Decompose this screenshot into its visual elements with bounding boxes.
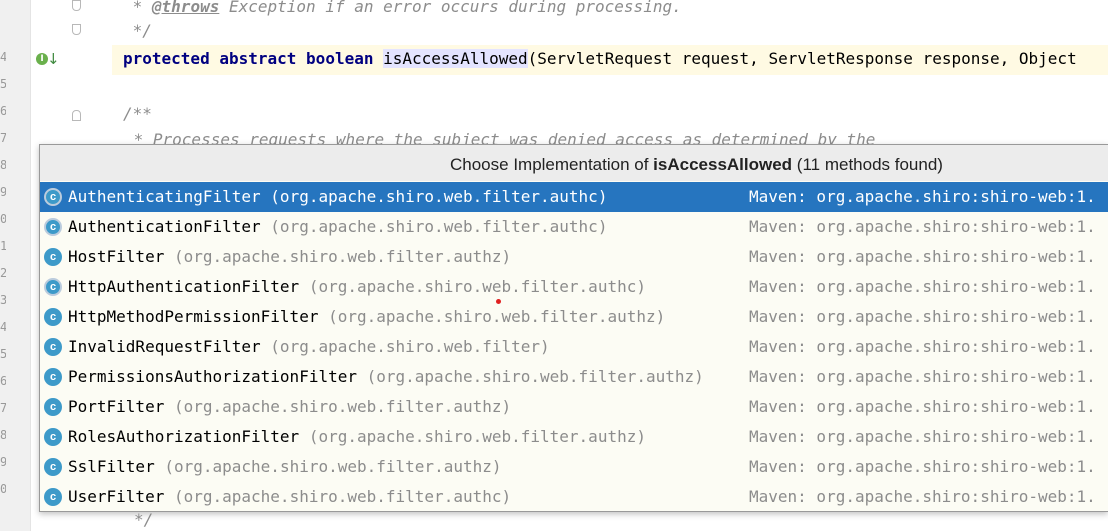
class-name: SslFilter: [68, 457, 155, 476]
implementation-class-label: PortFilter (org.apache.shiro.web.filter.…: [68, 392, 511, 422]
implementation-class-label: InvalidRequestFilter (org.apache.shiro.w…: [68, 332, 550, 362]
class-name: PermissionsAuthorizationFilter: [68, 367, 357, 386]
implementation-item[interactable]: c AuthenticatingFilter (org.apache.shiro.…: [40, 182, 1108, 212]
fold-end-marker[interactable]: [72, 24, 81, 35]
class-name: HttpAuthenticationFilter: [68, 277, 300, 296]
class-package: (org.apache.shiro.web.filter.authc): [173, 487, 512, 506]
class-package: (org.apache.shiro.web.filter.authz): [173, 397, 512, 416]
library-source: Maven: org.apache.shiro:shiro-web:1.: [749, 247, 1096, 266]
mouse-cursor-dot: [496, 299, 501, 304]
implementation-item[interactable]: c PortFilter (org.apache.shiro.web.filter…: [40, 392, 1108, 422]
line-number: 0: [0, 482, 6, 496]
line-number: 0: [0, 212, 6, 226]
class-package: (org.apache.shiro.web.filter.authz): [328, 307, 666, 326]
class-icon: c: [44, 338, 62, 356]
code-line-method-declaration[interactable]: protected abstract boolean isAccessAllow…: [123, 49, 1077, 68]
choose-implementation-popup: Choose Implementation of isAccessAllowed…: [39, 144, 1108, 512]
class-icon: c: [44, 248, 62, 266]
line-number: 5: [0, 347, 6, 361]
class-icon: c: [44, 398, 62, 416]
line-number: 6: [0, 374, 6, 388]
implementation-class-label: HostFilter (org.apache.shiro.web.filter.…: [68, 242, 511, 272]
line-number: 8: [0, 428, 6, 442]
implementation-class-label: HttpMethodPermissionFilter (org.apache.s…: [68, 302, 665, 332]
library-source: Maven: org.apache.shiro:shiro-web:1.: [749, 427, 1096, 446]
implementation-class-label: AuthenticatingFilter (org.apache.shiro.w…: [68, 182, 607, 212]
class-icon: c: [44, 428, 62, 446]
class-package: (org.apache.shiro.web.filter.authz): [366, 367, 704, 386]
implementation-item[interactable]: c UserFilter (org.apache.shiro.web.filter…: [40, 482, 1108, 511]
implementation-class-label: HttpAuthenticationFilter (org.apache.shi…: [68, 272, 646, 302]
implementation-item[interactable]: c HttpMethodPermissionFilter (org.apache.…: [40, 302, 1108, 332]
implementation-item[interactable]: c SslFilter (org.apache.shiro.web.filter.…: [40, 452, 1108, 482]
code-line-javadoc-open: /**: [123, 104, 152, 123]
line-number: 6: [0, 104, 6, 118]
implementation-item[interactable]: c InvalidRequestFilter (org.apache.shiro.…: [40, 332, 1108, 362]
fold-start-marker[interactable]: [72, 110, 81, 121]
implementation-item[interactable]: c RolesAuthorizationFilter (org.apache.sh…: [40, 422, 1108, 452]
class-icon: c: [44, 458, 62, 476]
library-source: Maven: org.apache.shiro:shiro-web:1.: [749, 337, 1096, 356]
library-source: Maven: org.apache.shiro:shiro-web:1.: [749, 217, 1096, 236]
library-source: Maven: org.apache.shiro:shiro-web:1.: [749, 187, 1096, 206]
line-number: 7: [0, 131, 6, 145]
line-number: 7: [0, 401, 6, 415]
implementation-item[interactable]: c HostFilter (org.apache.shiro.web.filter…: [40, 242, 1108, 272]
class-name: UserFilter: [68, 487, 165, 506]
library-source: Maven: org.apache.shiro:shiro-web:1.: [749, 487, 1096, 506]
library-source: Maven: org.apache.shiro:shiro-web:1.: [749, 367, 1096, 386]
code-line-throws: * @throws Exception if an error occurs d…: [123, 0, 682, 16]
line-number: 2: [0, 266, 6, 280]
line-number: 8: [0, 158, 6, 172]
line-number: 9: [0, 455, 6, 469]
line-number: 1: [0, 239, 6, 253]
line-number: 5: [0, 77, 6, 91]
library-source: Maven: org.apache.shiro:shiro-web:1.: [749, 277, 1096, 296]
library-source: Maven: org.apache.shiro:shiro-web:1.: [749, 397, 1096, 416]
method-name-highlight: isAccessAllowed: [383, 49, 528, 68]
class-package: (org.apache.shiro.web.filter.authz): [164, 457, 502, 476]
class-icon: c: [44, 368, 62, 386]
class-name: PortFilter: [68, 397, 165, 416]
class-name: RolesAuthorizationFilter: [68, 427, 300, 446]
class-package: (org.apache.shiro.web.filter.authc): [270, 187, 608, 206]
class-package: (org.apache.shiro.web.filter.authz): [173, 247, 512, 266]
fold-end-marker[interactable]: [72, 0, 81, 11]
class-name: HttpMethodPermissionFilter: [68, 307, 319, 326]
abstract-class-icon: c: [44, 218, 62, 236]
implemented-arrow-icon[interactable]: ↓: [47, 50, 60, 68]
implementation-class-label: UserFilter (org.apache.shiro.web.filter.…: [68, 482, 512, 511]
implementation-list: c AuthenticatingFilter (org.apache.shiro.…: [40, 182, 1108, 511]
class-name: HostFilter: [68, 247, 165, 266]
abstract-class-icon: c: [44, 278, 62, 296]
line-number: 9: [0, 185, 6, 199]
class-package: (org.apache.shiro.web.filter.authc): [270, 217, 608, 236]
line-number: 4: [0, 50, 6, 64]
library-source: Maven: org.apache.shiro:shiro-web:1.: [749, 457, 1096, 476]
class-package: (org.apache.shiro.web.filter.authz): [308, 427, 646, 446]
implementation-class-label: SslFilter (org.apache.shiro.web.filter.a…: [68, 452, 502, 482]
implementation-item[interactable]: c AuthenticationFilter (org.apache.shiro.…: [40, 212, 1108, 242]
code-line-bottom-comment-close: */: [134, 510, 154, 529]
library-source: Maven: org.apache.shiro:shiro-web:1.: [749, 307, 1096, 326]
class-name: InvalidRequestFilter: [68, 337, 261, 356]
popup-title: Choose Implementation of isAccessAllowed…: [40, 145, 1108, 181]
line-number: 3: [0, 293, 6, 307]
implementation-item[interactable]: c HttpAuthenticationFilter (org.apache.sh…: [40, 272, 1108, 302]
class-name: AuthenticatingFilter: [68, 187, 261, 206]
class-name: AuthenticationFilter: [68, 217, 261, 236]
implementation-class-label: AuthenticationFilter (org.apache.shiro.w…: [68, 212, 607, 242]
class-icon: c: [44, 488, 62, 506]
code-line-comment-close: */: [123, 21, 152, 40]
implementation-class-label: RolesAuthorizationFilter (org.apache.shi…: [68, 422, 646, 452]
class-package: (org.apache.shiro.web.filter): [270, 337, 550, 356]
implementation-class-label: PermissionsAuthorizationFilter (org.apac…: [68, 362, 704, 392]
implementation-item[interactable]: c PermissionsAuthorizationFilter (org.apa…: [40, 362, 1108, 392]
class-package: (org.apache.shiro.web.filter.authc): [308, 277, 646, 296]
line-number: 4: [0, 320, 6, 334]
abstract-class-icon: c: [44, 188, 62, 206]
class-icon: c: [44, 308, 62, 326]
